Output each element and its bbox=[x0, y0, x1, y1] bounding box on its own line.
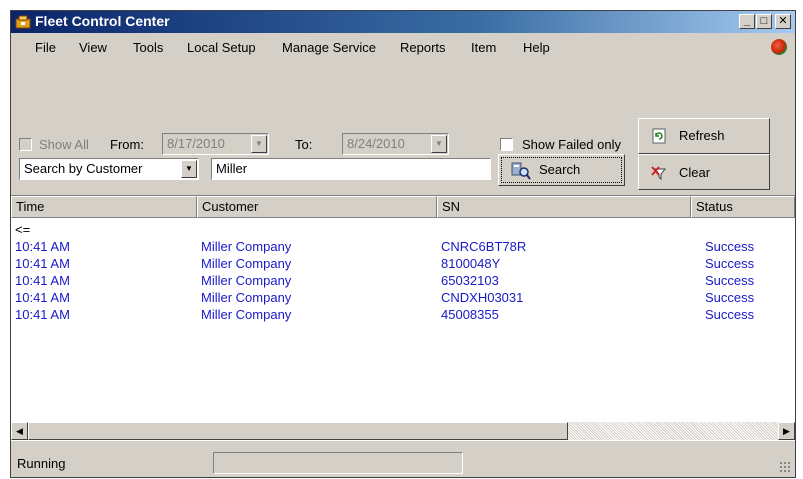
refresh-button[interactable]: Refresh bbox=[638, 118, 770, 154]
scroll-track[interactable] bbox=[568, 422, 778, 440]
cell-time: 10:41 AM bbox=[15, 239, 70, 254]
dropdown-arrow-icon[interactable]: ▼ bbox=[251, 135, 267, 153]
show-all-label: Show All bbox=[39, 137, 89, 152]
horizontal-scrollbar[interactable]: ◀ ▶ bbox=[11, 422, 795, 440]
app-icon bbox=[15, 15, 31, 29]
menu-file[interactable]: File bbox=[35, 40, 56, 55]
cell-sn: 65032103 bbox=[441, 273, 499, 288]
column-header-time[interactable]: Time bbox=[11, 196, 197, 218]
from-date-value: 8/17/2010 bbox=[167, 136, 225, 151]
clear-label: Clear bbox=[679, 165, 711, 180]
search-input[interactable]: Miller bbox=[211, 158, 491, 180]
title-bar[interactable]: Fleet Control Center _ □ ✕ bbox=[11, 11, 795, 33]
minimize-button[interactable]: _ bbox=[739, 14, 755, 29]
cell-time: 10:41 AM bbox=[15, 256, 70, 271]
scroll-left-icon[interactable]: ◀ bbox=[11, 422, 28, 440]
cell-sn: CNDXH03031 bbox=[441, 290, 524, 305]
show-failed-checkbox[interactable] bbox=[500, 138, 513, 151]
menu-manage-service[interactable]: Manage Service bbox=[282, 40, 376, 55]
from-date-picker[interactable]: 8/17/2010 ▼ bbox=[162, 133, 269, 155]
cell-customer: Miller Company bbox=[201, 307, 292, 322]
cell-customer: Miller Company bbox=[201, 256, 292, 271]
to-date-picker[interactable]: 8/24/2010 ▼ bbox=[342, 133, 449, 155]
window-title: Fleet Control Center bbox=[35, 13, 170, 29]
cell-customer: Miller Company bbox=[201, 239, 292, 254]
menu-item[interactable]: Item bbox=[471, 40, 496, 55]
status-globe-icon bbox=[771, 39, 787, 55]
cell-status: Success bbox=[705, 239, 755, 254]
maximize-icon: □ bbox=[760, 15, 768, 27]
search-query: Miller bbox=[216, 161, 248, 176]
menu-bar: File View Tools Local Setup Manage Servi… bbox=[11, 33, 795, 61]
close-button[interactable]: ✕ bbox=[775, 14, 791, 29]
show-all-checkbox[interactable] bbox=[19, 138, 32, 151]
search-icon bbox=[511, 162, 531, 180]
column-header-customer[interactable]: Customer bbox=[197, 196, 437, 218]
search-mode-value: Search by Customer bbox=[24, 161, 143, 176]
column-header-status[interactable]: Status bbox=[691, 196, 795, 218]
cell-customer: Miller Company bbox=[201, 273, 292, 288]
refresh-label: Refresh bbox=[679, 128, 725, 143]
search-button[interactable]: Search bbox=[498, 154, 625, 186]
cell-status: Success bbox=[705, 273, 755, 288]
cell-sn: 45008355 bbox=[441, 307, 499, 322]
clear-filter-icon bbox=[651, 166, 667, 181]
menu-local-setup[interactable]: Local Setup bbox=[187, 40, 256, 55]
resize-grip-icon[interactable] bbox=[779, 461, 791, 473]
cell-status: Success bbox=[705, 290, 755, 305]
cell-status: Success bbox=[705, 307, 755, 322]
close-icon: ✕ bbox=[778, 15, 788, 27]
dropdown-arrow-icon[interactable]: ▼ bbox=[181, 160, 197, 178]
dropdown-arrow-icon[interactable]: ▼ bbox=[431, 135, 447, 153]
cell-customer: Miller Company bbox=[201, 290, 292, 305]
scroll-thumb[interactable] bbox=[28, 422, 568, 440]
to-date-value: 8/24/2010 bbox=[347, 136, 405, 151]
status-text: Running bbox=[17, 456, 66, 471]
menu-reports[interactable]: Reports bbox=[400, 40, 446, 55]
refresh-icon bbox=[652, 128, 666, 144]
search-mode-select[interactable]: Search by Customer ▼ bbox=[19, 158, 199, 180]
cell-time: 10:41 AM bbox=[15, 273, 70, 288]
minimize-icon: _ bbox=[743, 15, 751, 27]
cell-time: 10:41 AM bbox=[15, 290, 70, 305]
cell-time: 10:41 AM bbox=[15, 307, 70, 322]
cell-sn: 8100048Y bbox=[441, 256, 501, 271]
maximize-button[interactable]: □ bbox=[756, 14, 772, 29]
cell-sn: CNRC6BT78R bbox=[441, 239, 527, 254]
column-header-sn[interactable]: SN bbox=[437, 196, 691, 218]
to-label: To: bbox=[295, 137, 313, 152]
scroll-right-icon[interactable]: ▶ bbox=[778, 422, 795, 440]
from-label: From: bbox=[110, 137, 144, 152]
back-row[interactable]: <= bbox=[15, 222, 30, 237]
menu-help[interactable]: Help bbox=[523, 40, 550, 55]
app-window: Fleet Control Center _ □ ✕ File View Too… bbox=[10, 10, 796, 478]
show-failed-label: Show Failed only bbox=[522, 137, 621, 152]
menu-tools[interactable]: Tools bbox=[133, 40, 163, 55]
results-list[interactable]: Time Customer SN Status <= 10:41 AM Mill… bbox=[11, 195, 795, 441]
progress-bar bbox=[213, 452, 463, 474]
cell-status: Success bbox=[705, 256, 755, 271]
menu-view[interactable]: View bbox=[79, 40, 107, 55]
search-label: Search bbox=[539, 162, 581, 177]
clear-button[interactable]: Clear bbox=[638, 154, 770, 190]
status-bar: Running bbox=[11, 449, 795, 477]
